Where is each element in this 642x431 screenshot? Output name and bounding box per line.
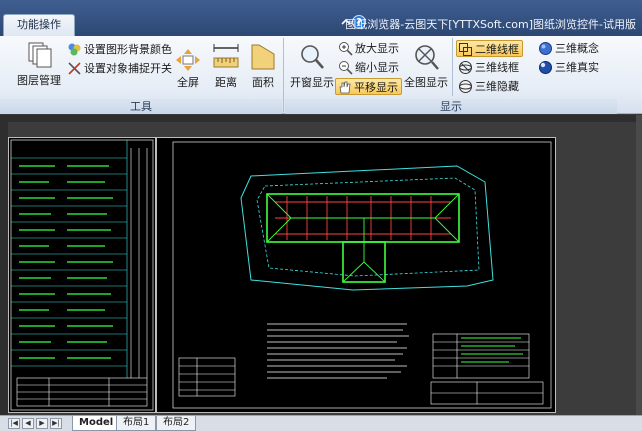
set-bg-color-label: 设置图形背景颜色 bbox=[84, 43, 172, 56]
title-bar: 功能操作 ? 图纸浏览器-云图天下[YTTXSoft.com]图纸浏览控件-试用… bbox=[0, 0, 642, 36]
tab-model[interactable]: Model bbox=[72, 416, 121, 431]
display-group-label: 显示 bbox=[285, 99, 617, 114]
zoom-out-button[interactable]: 缩小显示 bbox=[337, 59, 399, 76]
wireframe-3d-icon bbox=[459, 61, 472, 74]
prev-tab-button[interactable]: ◀ bbox=[22, 418, 34, 429]
wireframe-3d-label: 三维线框 bbox=[475, 61, 519, 74]
layer-manage-label: 图层管理 bbox=[17, 74, 61, 87]
drawing-canvas[interactable] bbox=[8, 122, 636, 415]
layout-tab-bar: |◀ ◀ ▶ ▶| Model 布局1 布局2 bbox=[0, 415, 642, 431]
site-plan-drawing bbox=[172, 141, 552, 409]
distance-label: 距离 bbox=[215, 76, 237, 89]
fullscreen-icon bbox=[176, 49, 200, 71]
area-label: 面积 bbox=[252, 76, 274, 89]
display-group: 开窗显示 放大显示 缩小显示 平移显示 全图显示 二维线框 三维线框 三维隐藏 … bbox=[285, 36, 617, 114]
hand-pan-icon bbox=[339, 81, 351, 94]
zoom-out-icon bbox=[339, 61, 353, 75]
magnifier-window-icon bbox=[301, 45, 324, 69]
snap-icon bbox=[68, 62, 81, 75]
main-drawing-sheet bbox=[156, 137, 556, 413]
set-snap-button[interactable]: 设置对象捕捉开关 bbox=[66, 60, 172, 77]
pan-label: 平移显示 bbox=[354, 81, 398, 94]
set-snap-label: 设置对象捕捉开关 bbox=[84, 62, 172, 75]
zoom-out-label: 缩小显示 bbox=[355, 61, 399, 74]
ribbon: 图层管理 设置图形背景颜色 设置对象捕捉开关 全屏 距离 面积 工具 开窗显示 … bbox=[0, 36, 642, 114]
first-tab-button[interactable]: |◀ bbox=[8, 418, 20, 429]
hidden-3d-icon bbox=[459, 80, 472, 93]
layers-icon bbox=[28, 42, 52, 68]
area-icon bbox=[251, 44, 275, 70]
wireframe-3d-button[interactable]: 三维线框 bbox=[457, 59, 519, 76]
wireframe-2d-button[interactable]: 二维线框 bbox=[456, 40, 523, 57]
tab-function-ops[interactable]: 功能操作 bbox=[3, 14, 75, 36]
realistic-3d-label: 三维真实 bbox=[555, 61, 599, 74]
palette-icon bbox=[68, 43, 81, 56]
realistic-3d-button[interactable]: 三维真实 bbox=[537, 59, 599, 76]
tools-group-label: 工具 bbox=[0, 99, 282, 114]
wireframe-2d-label: 二维线框 bbox=[475, 43, 519, 56]
hidden-3d-button[interactable]: 三维隐藏 bbox=[457, 78, 519, 95]
drawing-workspace[interactable] bbox=[0, 115, 642, 415]
tab-layout-1[interactable]: 布局1 bbox=[116, 416, 157, 431]
zoom-all-button[interactable]: 全图显示 bbox=[401, 42, 451, 90]
zoom-extents-icon bbox=[415, 45, 439, 70]
last-tab-button[interactable]: ▶| bbox=[50, 418, 62, 429]
wireframe-2d-icon bbox=[459, 43, 472, 56]
realistic-3d-icon bbox=[539, 61, 552, 74]
zoom-in-icon bbox=[339, 42, 353, 56]
window-zoom-label: 开窗显示 bbox=[290, 76, 334, 89]
vertical-scrollbar[interactable] bbox=[636, 115, 642, 415]
set-bg-color-button[interactable]: 设置图形背景颜色 bbox=[66, 41, 172, 58]
tab-layout-2[interactable]: 布局2 bbox=[156, 416, 197, 431]
left-drawing-sheet bbox=[8, 137, 156, 413]
concept-3d-label: 三维概念 bbox=[555, 42, 599, 55]
area-button[interactable]: 面积 bbox=[246, 42, 280, 90]
concept-3d-button[interactable]: 三维概念 bbox=[537, 40, 599, 57]
ribbon-separator bbox=[283, 38, 284, 112]
display-separator bbox=[452, 38, 453, 96]
distance-button[interactable]: 距离 bbox=[208, 42, 244, 90]
hidden-3d-label: 三维隐藏 bbox=[475, 80, 519, 93]
concept-3d-icon bbox=[539, 42, 552, 55]
schedule-drawing bbox=[10, 139, 154, 411]
fullscreen-button[interactable]: 全屏 bbox=[170, 48, 206, 90]
ruler-icon bbox=[213, 44, 239, 68]
window-zoom-button[interactable]: 开窗显示 bbox=[287, 42, 337, 90]
next-tab-button[interactable]: ▶ bbox=[36, 418, 48, 429]
tools-group: 图层管理 设置图形背景颜色 设置对象捕捉开关 全屏 距离 面积 工具 bbox=[0, 36, 282, 114]
zoom-in-label: 放大显示 bbox=[355, 42, 399, 55]
window-title: 图纸浏览器-云图天下[YTTXSoft.com]图纸浏览控件-试用版 bbox=[345, 18, 636, 31]
pan-button[interactable]: 平移显示 bbox=[335, 78, 402, 95]
zoom-in-button[interactable]: 放大显示 bbox=[337, 40, 399, 57]
zoom-all-label: 全图显示 bbox=[404, 76, 448, 89]
fullscreen-label: 全屏 bbox=[177, 76, 199, 89]
layer-manage-button[interactable]: 图层管理 bbox=[14, 40, 64, 88]
